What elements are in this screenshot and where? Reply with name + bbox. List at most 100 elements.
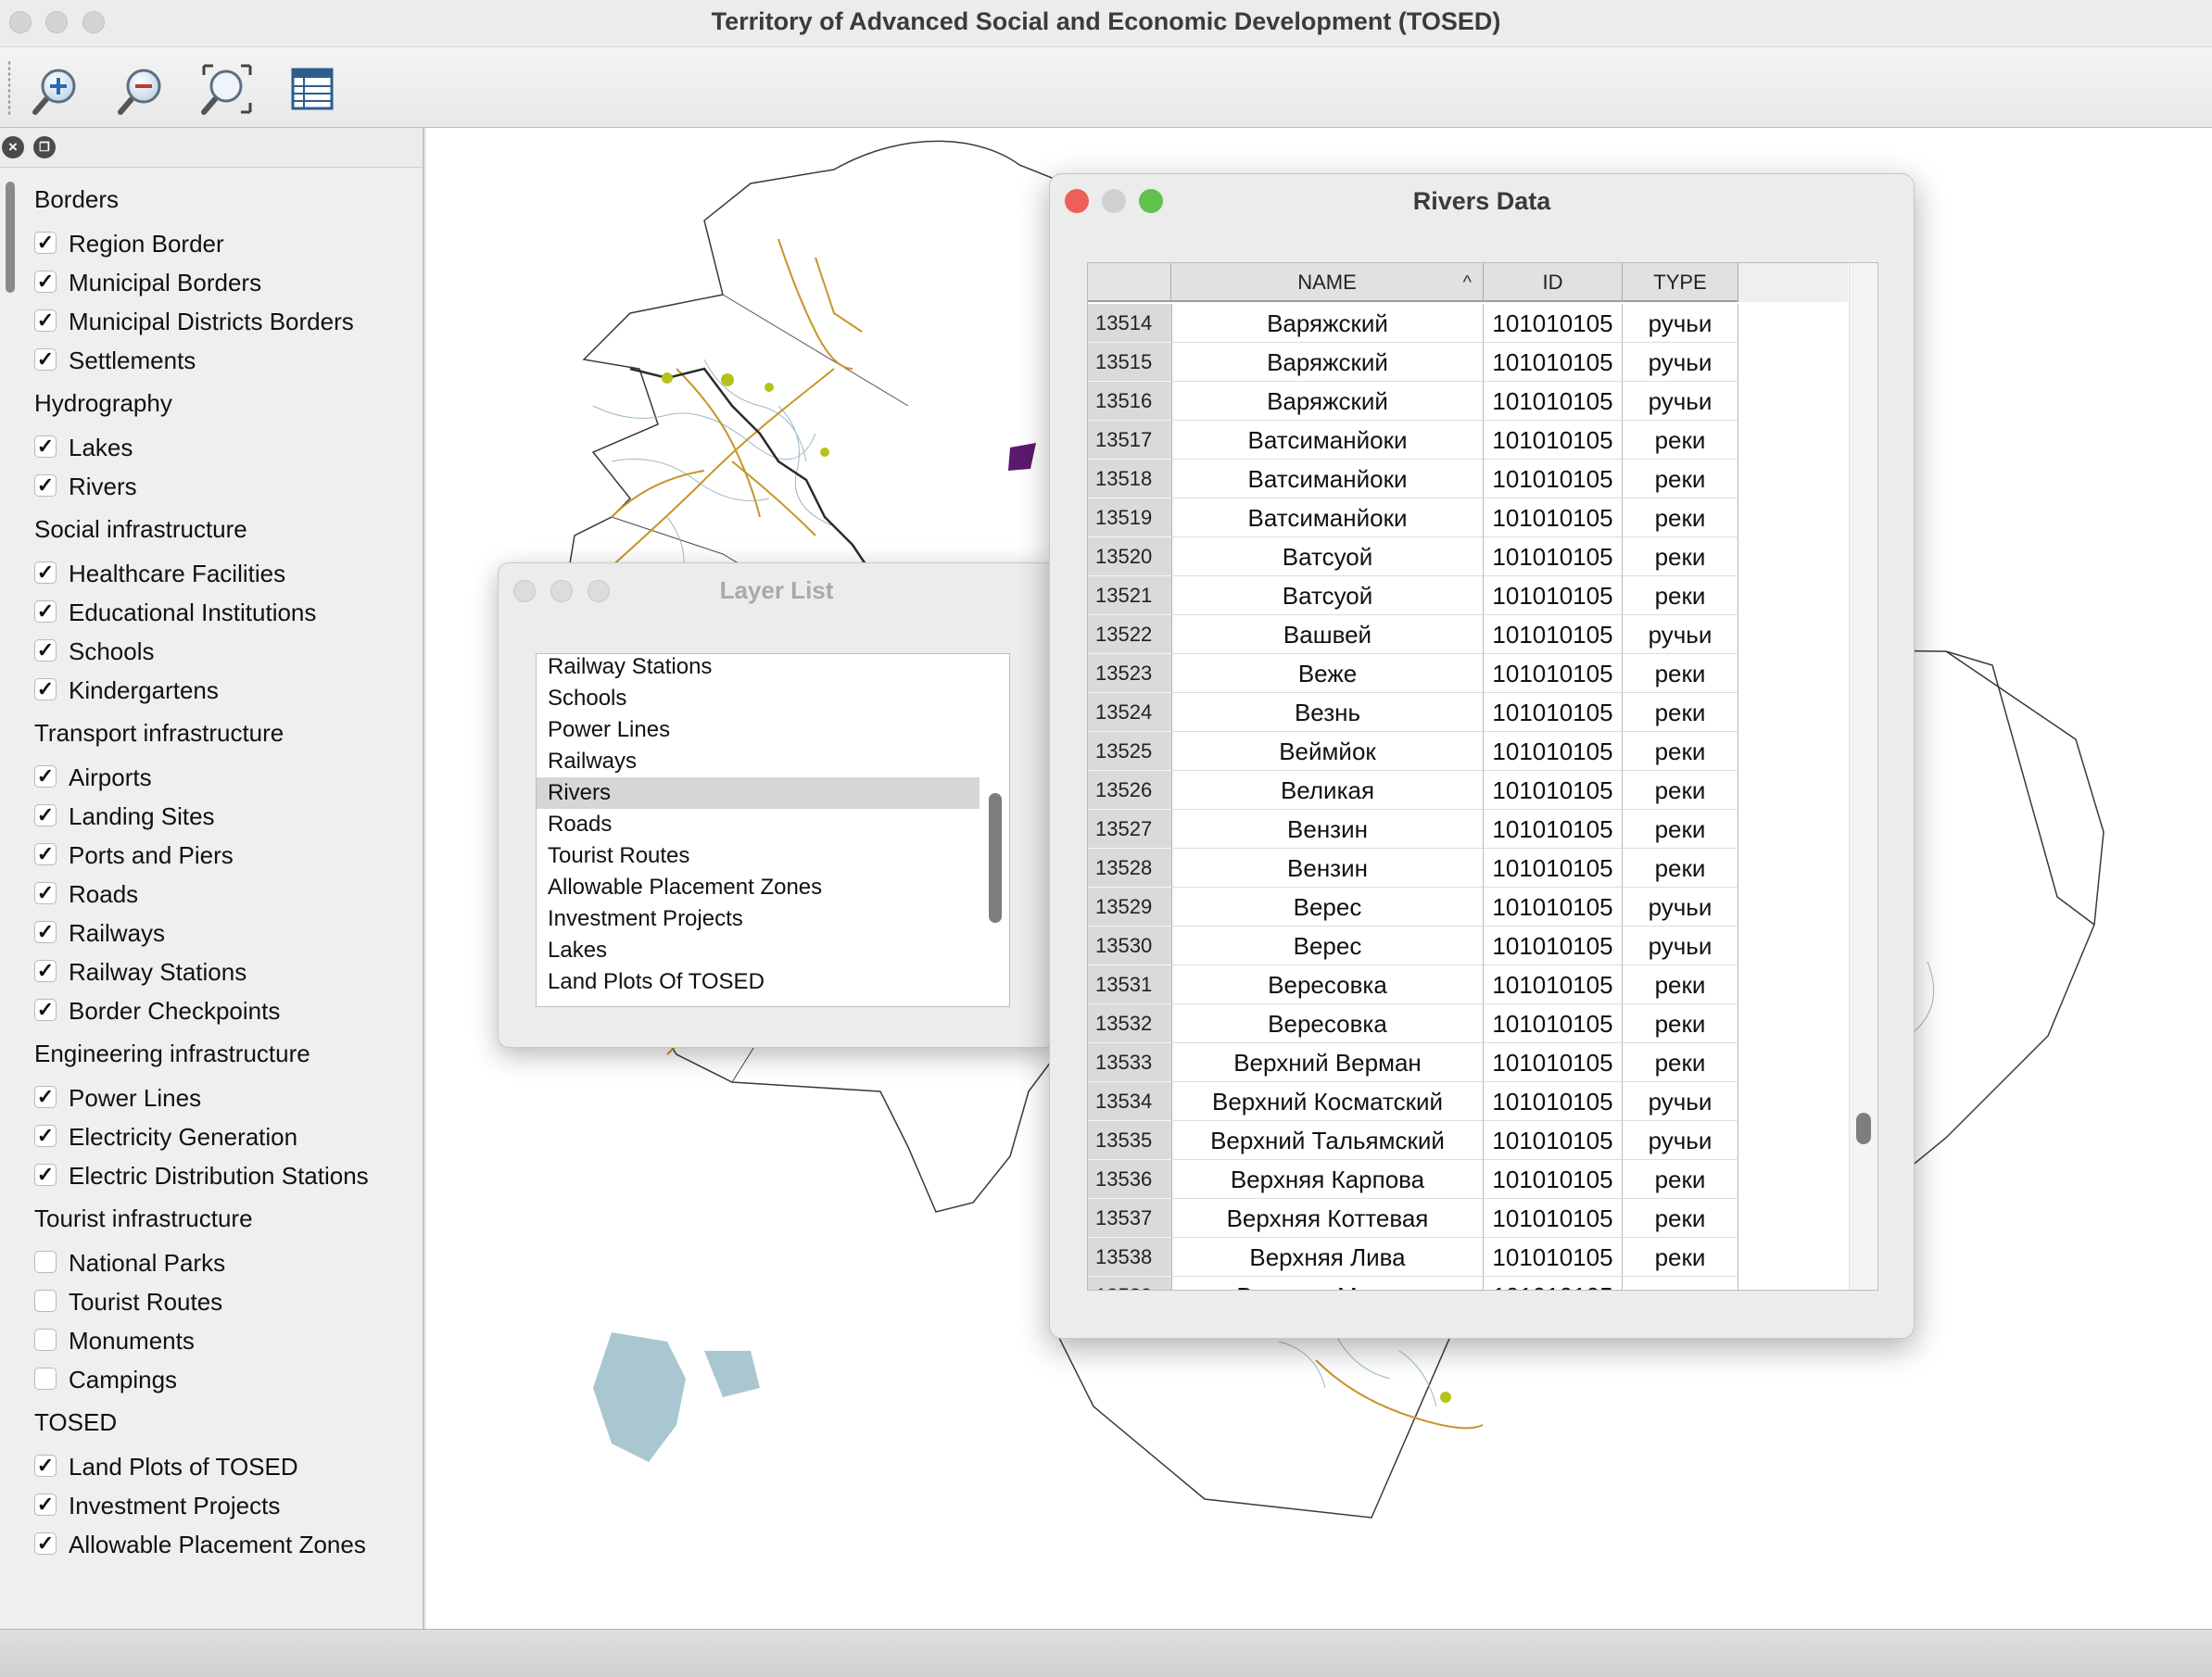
id-cell[interactable]: 101010105 [1484, 1199, 1623, 1238]
id-cell[interactable]: 101010105 [1484, 343, 1623, 382]
type-cell[interactable]: реки [1623, 810, 1738, 849]
row-number-cell[interactable]: 13533 [1088, 1043, 1171, 1082]
type-cell[interactable]: реки [1623, 965, 1738, 1004]
table-row[interactable]: 13532 Вересовка 101010105 реки [1088, 1004, 1748, 1043]
row-number-cell[interactable]: 13527 [1088, 810, 1171, 849]
id-cell[interactable]: 101010105 [1484, 382, 1623, 421]
row-number-cell[interactable]: 13516 [1088, 382, 1171, 421]
name-cell[interactable]: Верхняя Карпова [1171, 1160, 1484, 1199]
table-row[interactable]: 13520 Ватсуой 101010105 реки [1088, 537, 1748, 576]
name-cell[interactable]: Верхний Косматский [1171, 1082, 1484, 1121]
table-row[interactable]: 13521 Ватсуой 101010105 реки [1088, 576, 1748, 615]
type-cell[interactable]: ручьи [1623, 888, 1738, 927]
name-cell[interactable]: Верхняя Коттевая [1171, 1199, 1484, 1238]
name-cell[interactable]: Варяжский [1171, 382, 1484, 421]
type-cell[interactable]: реки [1623, 654, 1738, 693]
name-cell[interactable]: Веже [1171, 654, 1484, 693]
layer-list-item[interactable]: Allowable Placement Zones [537, 872, 980, 903]
table-row[interactable]: 13530 Верес 101010105 ручьи [1088, 927, 1748, 965]
id-cell[interactable]: 101010105 [1484, 888, 1623, 927]
id-cell[interactable]: 101010105 [1484, 421, 1623, 460]
id-cell[interactable]: 101010105 [1484, 849, 1623, 888]
column-header-name[interactable]: NAME ^ [1171, 263, 1484, 302]
table-row[interactable]: 13516 Варяжский 101010105 ручьи [1088, 382, 1748, 421]
row-number-cell[interactable]: 13534 [1088, 1082, 1171, 1121]
type-cell[interactable]: реки [1623, 849, 1738, 888]
panel-close-icon[interactable]: × [2, 136, 24, 158]
row-number-cell[interactable]: 13526 [1088, 771, 1171, 810]
table-row[interactable]: 13522 Вашвей 101010105 ручьи [1088, 615, 1748, 654]
checkbox-checked-icon[interactable]: ✓ [34, 348, 57, 371]
id-cell[interactable]: 101010105 [1484, 732, 1623, 771]
layer-list-item[interactable]: Railways [537, 746, 980, 777]
name-cell[interactable]: Веймйок [1171, 732, 1484, 771]
type-cell[interactable]: реки [1623, 1238, 1738, 1277]
table-row[interactable]: 13533 Верхний Верман 101010105 реки [1088, 1043, 1748, 1082]
id-cell[interactable]: 101010105 [1484, 771, 1623, 810]
row-number-cell[interactable]: 13531 [1088, 965, 1171, 1004]
table-scrollbar[interactable] [1849, 263, 1877, 1290]
name-cell[interactable]: Великая [1171, 771, 1484, 810]
name-cell[interactable]: Верхний Верман [1171, 1043, 1484, 1082]
type-cell[interactable]: реки [1623, 537, 1738, 576]
row-number-cell[interactable]: 13537 [1088, 1199, 1171, 1238]
type-cell[interactable]: ручьи [1623, 615, 1738, 654]
checkbox-checked-icon[interactable]: ✓ [34, 271, 57, 293]
table-row[interactable]: 13531 Вересовка 101010105 реки [1088, 965, 1748, 1004]
checkbox-checked-icon[interactable]: ✓ [34, 1125, 57, 1147]
checkbox-checked-icon[interactable]: ✓ [34, 882, 57, 904]
table-row[interactable]: 13538 Верхняя Лива 101010105 реки [1088, 1238, 1748, 1277]
id-cell[interactable]: 101010105 [1484, 927, 1623, 965]
type-cell[interactable]: реки [1623, 1277, 1738, 1290]
type-cell[interactable]: реки [1623, 732, 1738, 771]
checkbox-checked-icon[interactable]: ✓ [34, 999, 57, 1021]
id-cell[interactable]: 101010105 [1484, 1004, 1623, 1043]
row-number-cell[interactable]: 13530 [1088, 927, 1171, 965]
table-row[interactable]: 13517 Ватсиманйоки 101010105 реки [1088, 421, 1748, 460]
type-cell[interactable]: ручьи [1623, 1121, 1738, 1160]
zoom-out-button[interactable] [113, 60, 171, 118]
type-cell[interactable]: ручьи [1623, 343, 1738, 382]
id-cell[interactable]: 101010105 [1484, 615, 1623, 654]
panel-float-icon[interactable]: ❐ [33, 136, 56, 158]
row-number-header[interactable] [1088, 263, 1171, 302]
type-cell[interactable]: реки [1623, 576, 1738, 615]
table-row[interactable]: 13524 Везнь 101010105 реки [1088, 693, 1748, 732]
type-cell[interactable]: реки [1623, 1160, 1738, 1199]
checkbox-unchecked-icon[interactable] [34, 1368, 57, 1390]
layer-list-item[interactable]: Lakes [537, 935, 980, 966]
checkbox-checked-icon[interactable]: ✓ [34, 232, 57, 254]
checkbox-checked-icon[interactable]: ✓ [34, 435, 57, 458]
layer-list-item[interactable]: Railway Stations [537, 651, 980, 683]
id-cell[interactable]: 101010105 [1484, 1082, 1623, 1121]
checkbox-checked-icon[interactable]: ✓ [34, 474, 57, 497]
layer-list-item[interactable]: Investment Projects [537, 903, 980, 935]
id-cell[interactable]: 101010105 [1484, 1160, 1623, 1199]
layer-list-item[interactable]: Power Lines [537, 714, 980, 746]
name-cell[interactable]: Вензин [1171, 849, 1484, 888]
row-number-cell[interactable]: 13519 [1088, 498, 1171, 537]
id-cell[interactable]: 101010105 [1484, 460, 1623, 498]
checkbox-checked-icon[interactable]: ✓ [34, 765, 57, 788]
column-header-type[interactable]: TYPE [1623, 263, 1738, 302]
id-cell[interactable]: 101010105 [1484, 537, 1623, 576]
row-number-cell[interactable]: 13514 [1088, 304, 1171, 343]
name-cell[interactable]: Верхняя Лива [1171, 1238, 1484, 1277]
checkbox-checked-icon[interactable]: ✓ [34, 1494, 57, 1516]
table-row[interactable]: 13523 Веже 101010105 реки [1088, 654, 1748, 693]
row-number-cell[interactable]: 13518 [1088, 460, 1171, 498]
name-cell[interactable]: Ватсиманйоки [1171, 498, 1484, 537]
type-cell[interactable]: ручьи [1623, 927, 1738, 965]
type-cell[interactable]: ручьи [1623, 304, 1738, 343]
row-number-cell[interactable]: 13525 [1088, 732, 1171, 771]
row-number-cell[interactable]: 13521 [1088, 576, 1171, 615]
id-cell[interactable]: 101010105 [1484, 810, 1623, 849]
id-cell[interactable]: 101010105 [1484, 498, 1623, 537]
checkbox-unchecked-icon[interactable] [34, 1251, 57, 1273]
type-cell[interactable]: реки [1623, 460, 1738, 498]
table-row[interactable]: 13528 Вензин 101010105 реки [1088, 849, 1748, 888]
row-number-cell[interactable]: 13535 [1088, 1121, 1171, 1160]
zoom-in-button[interactable] [28, 60, 85, 118]
id-cell[interactable]: 101010105 [1484, 654, 1623, 693]
id-cell[interactable]: 101010105 [1484, 576, 1623, 615]
